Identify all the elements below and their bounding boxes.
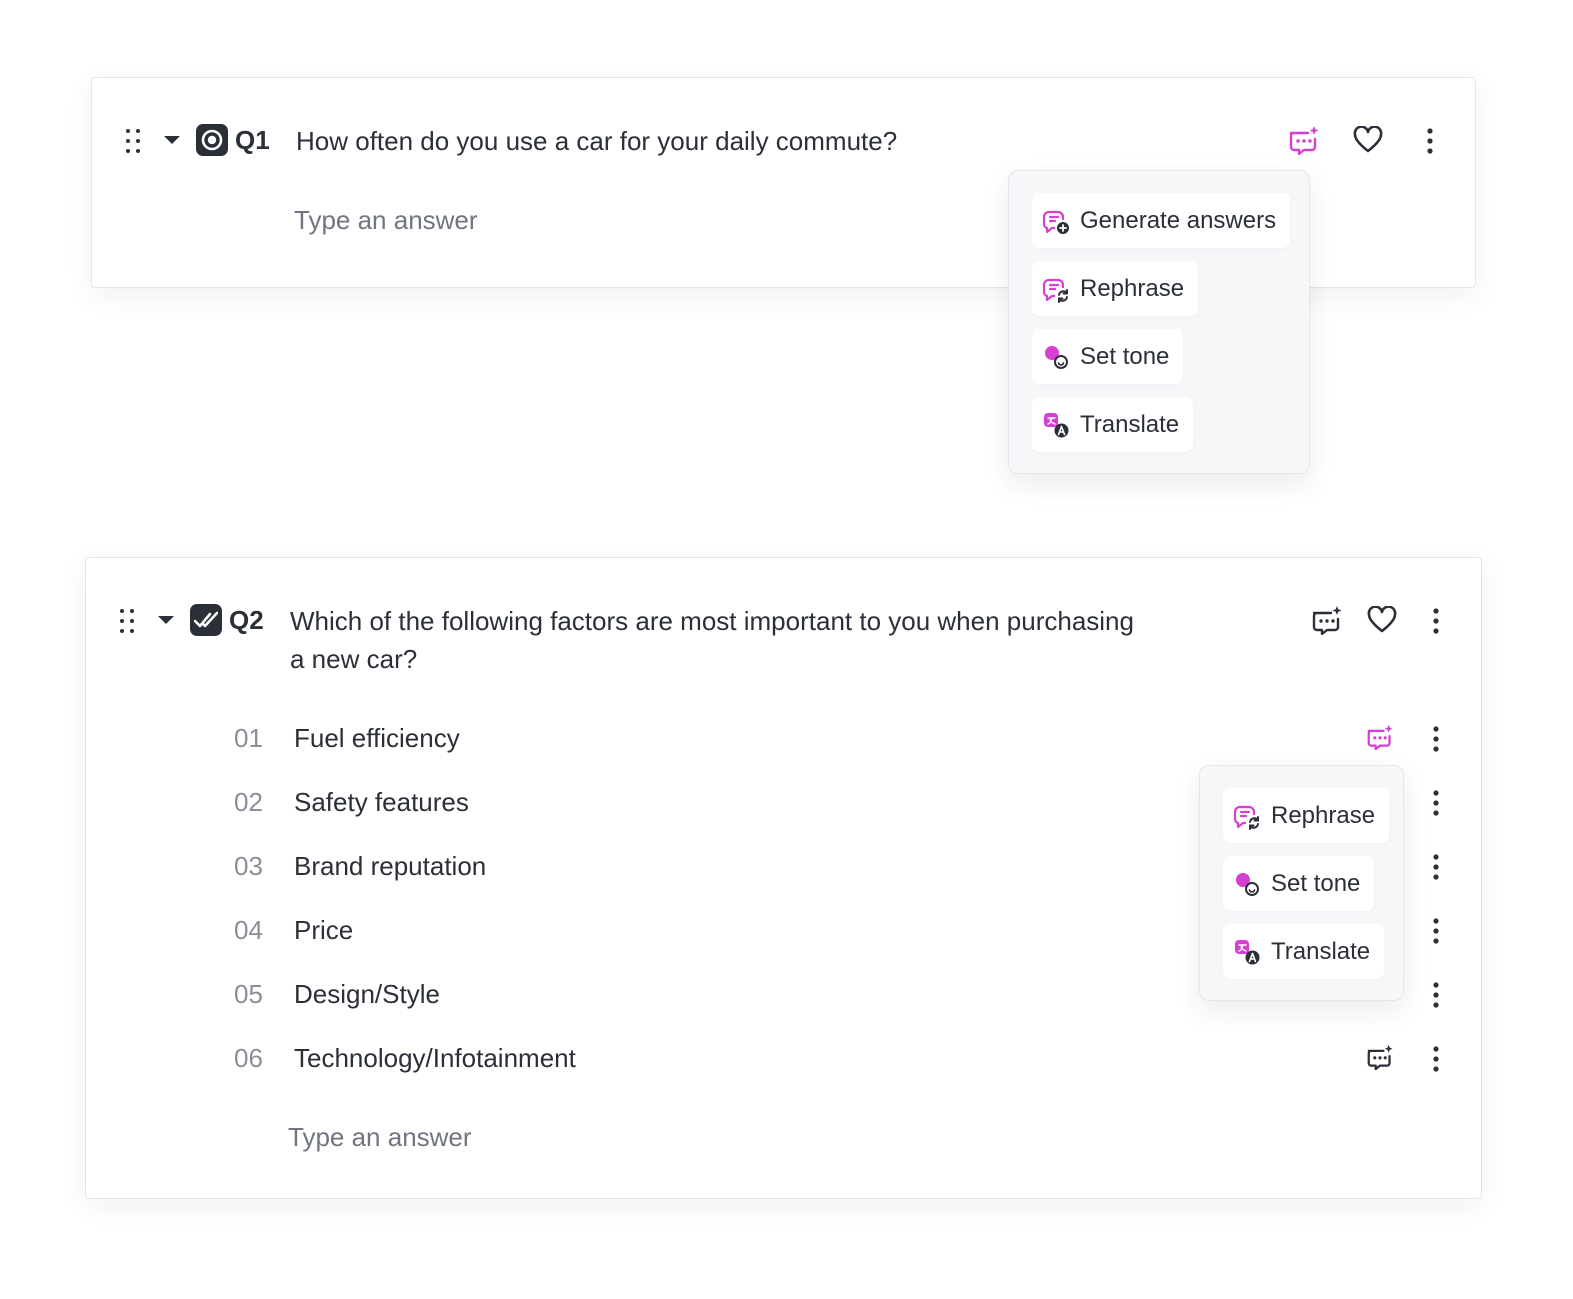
heart-icon xyxy=(1353,126,1383,153)
option-number: 03 xyxy=(234,851,263,881)
option-number: 04 xyxy=(234,915,263,945)
menu-item-rephrase[interactable]: Rephrase xyxy=(1223,788,1390,843)
more-options-icon[interactable] xyxy=(1430,608,1442,634)
answer-input[interactable]: Type an answer xyxy=(294,205,478,236)
favorite-button[interactable] xyxy=(1365,603,1399,637)
rephrase-icon xyxy=(1233,805,1259,830)
drag-handle-icon[interactable] xyxy=(124,128,142,154)
option-text[interactable]: Price xyxy=(294,915,353,946)
more-options-icon[interactable] xyxy=(1430,982,1442,1008)
question-text-line: a new car? xyxy=(290,644,418,674)
option-text[interactable]: Brand reputation xyxy=(294,851,486,882)
ai-chat-sparkle-icon xyxy=(1312,606,1342,635)
more-options-icon[interactable] xyxy=(1430,854,1442,880)
ai-chat-sparkle-icon xyxy=(1289,126,1319,155)
menu-item-label: Translate xyxy=(1271,937,1371,965)
ai-chat-sparkle-icon[interactable] xyxy=(1366,724,1394,750)
multiple-choice-icon xyxy=(190,604,222,636)
answer-input[interactable]: Type an answer xyxy=(288,1122,472,1153)
heart-icon xyxy=(1367,606,1397,633)
menu-item-label: Set tone xyxy=(1080,342,1170,370)
option-number: 06 xyxy=(234,1043,263,1073)
more-options-icon[interactable] xyxy=(1430,790,1442,816)
ai-actions-menu: Rephrase Set tone Translate xyxy=(1199,765,1404,1001)
translate-icon xyxy=(1235,939,1260,964)
drag-handle-icon[interactable] xyxy=(118,608,136,634)
set-tone-icon xyxy=(1045,345,1068,369)
option-text[interactable]: Technology/Infotainment xyxy=(294,1043,576,1074)
question-number: Q1 xyxy=(235,125,270,155)
ai-assist-button[interactable] xyxy=(1310,603,1344,637)
ai-chat-sparkle-icon[interactable] xyxy=(1366,1044,1394,1070)
generate-answers-icon xyxy=(1042,210,1069,234)
option-row: 01 Fuel efficiency xyxy=(86,718,1483,762)
more-options-icon[interactable] xyxy=(1430,726,1442,752)
set-tone-icon xyxy=(1236,872,1259,896)
menu-item-set-tone[interactable]: Set tone xyxy=(1223,856,1375,911)
option-number: 05 xyxy=(234,979,263,1009)
ai-actions-menu: Generate answers Rephrase Set tone Trans… xyxy=(1008,170,1310,474)
menu-item-label: Generate answers xyxy=(1080,206,1277,234)
more-options-icon[interactable] xyxy=(1430,918,1442,944)
menu-item-label: Rephrase xyxy=(1080,274,1185,302)
more-options-icon[interactable] xyxy=(1430,1046,1442,1072)
option-text[interactable]: Design/Style xyxy=(294,979,440,1010)
option-number: 02 xyxy=(234,787,263,817)
option-row: 06 Technology/Infotainment xyxy=(86,1038,1483,1082)
translate-icon xyxy=(1044,412,1069,437)
option-text[interactable]: Fuel efficiency xyxy=(294,723,460,754)
question-number: Q2 xyxy=(229,605,264,635)
question-text[interactable]: Which of the following factors are most … xyxy=(290,602,1134,678)
option-number: 01 xyxy=(234,723,263,753)
menu-item-set-tone[interactable]: Set tone xyxy=(1032,329,1184,384)
menu-item-label: Translate xyxy=(1080,410,1180,438)
favorite-button[interactable] xyxy=(1351,123,1385,157)
menu-item-rephrase[interactable]: Rephrase xyxy=(1032,261,1199,316)
single-choice-icon xyxy=(196,124,228,156)
menu-item-label: Rephrase xyxy=(1271,801,1376,829)
rephrase-icon xyxy=(1042,278,1068,303)
more-options-icon[interactable] xyxy=(1424,128,1436,154)
menu-item-translate[interactable]: Translate xyxy=(1223,924,1385,979)
question-text[interactable]: How often do you use a car for your dail… xyxy=(296,122,897,160)
ai-assist-button[interactable] xyxy=(1287,123,1321,157)
menu-item-label: Set tone xyxy=(1271,869,1361,897)
menu-item-translate[interactable]: Translate xyxy=(1032,397,1194,452)
collapse-caret-icon[interactable] xyxy=(164,136,180,144)
collapse-caret-icon[interactable] xyxy=(158,616,174,624)
menu-item-generate-answers[interactable]: Generate answers xyxy=(1032,193,1291,248)
option-text[interactable]: Safety features xyxy=(294,787,469,818)
question-text-line: Which of the following factors are most … xyxy=(290,606,1134,636)
